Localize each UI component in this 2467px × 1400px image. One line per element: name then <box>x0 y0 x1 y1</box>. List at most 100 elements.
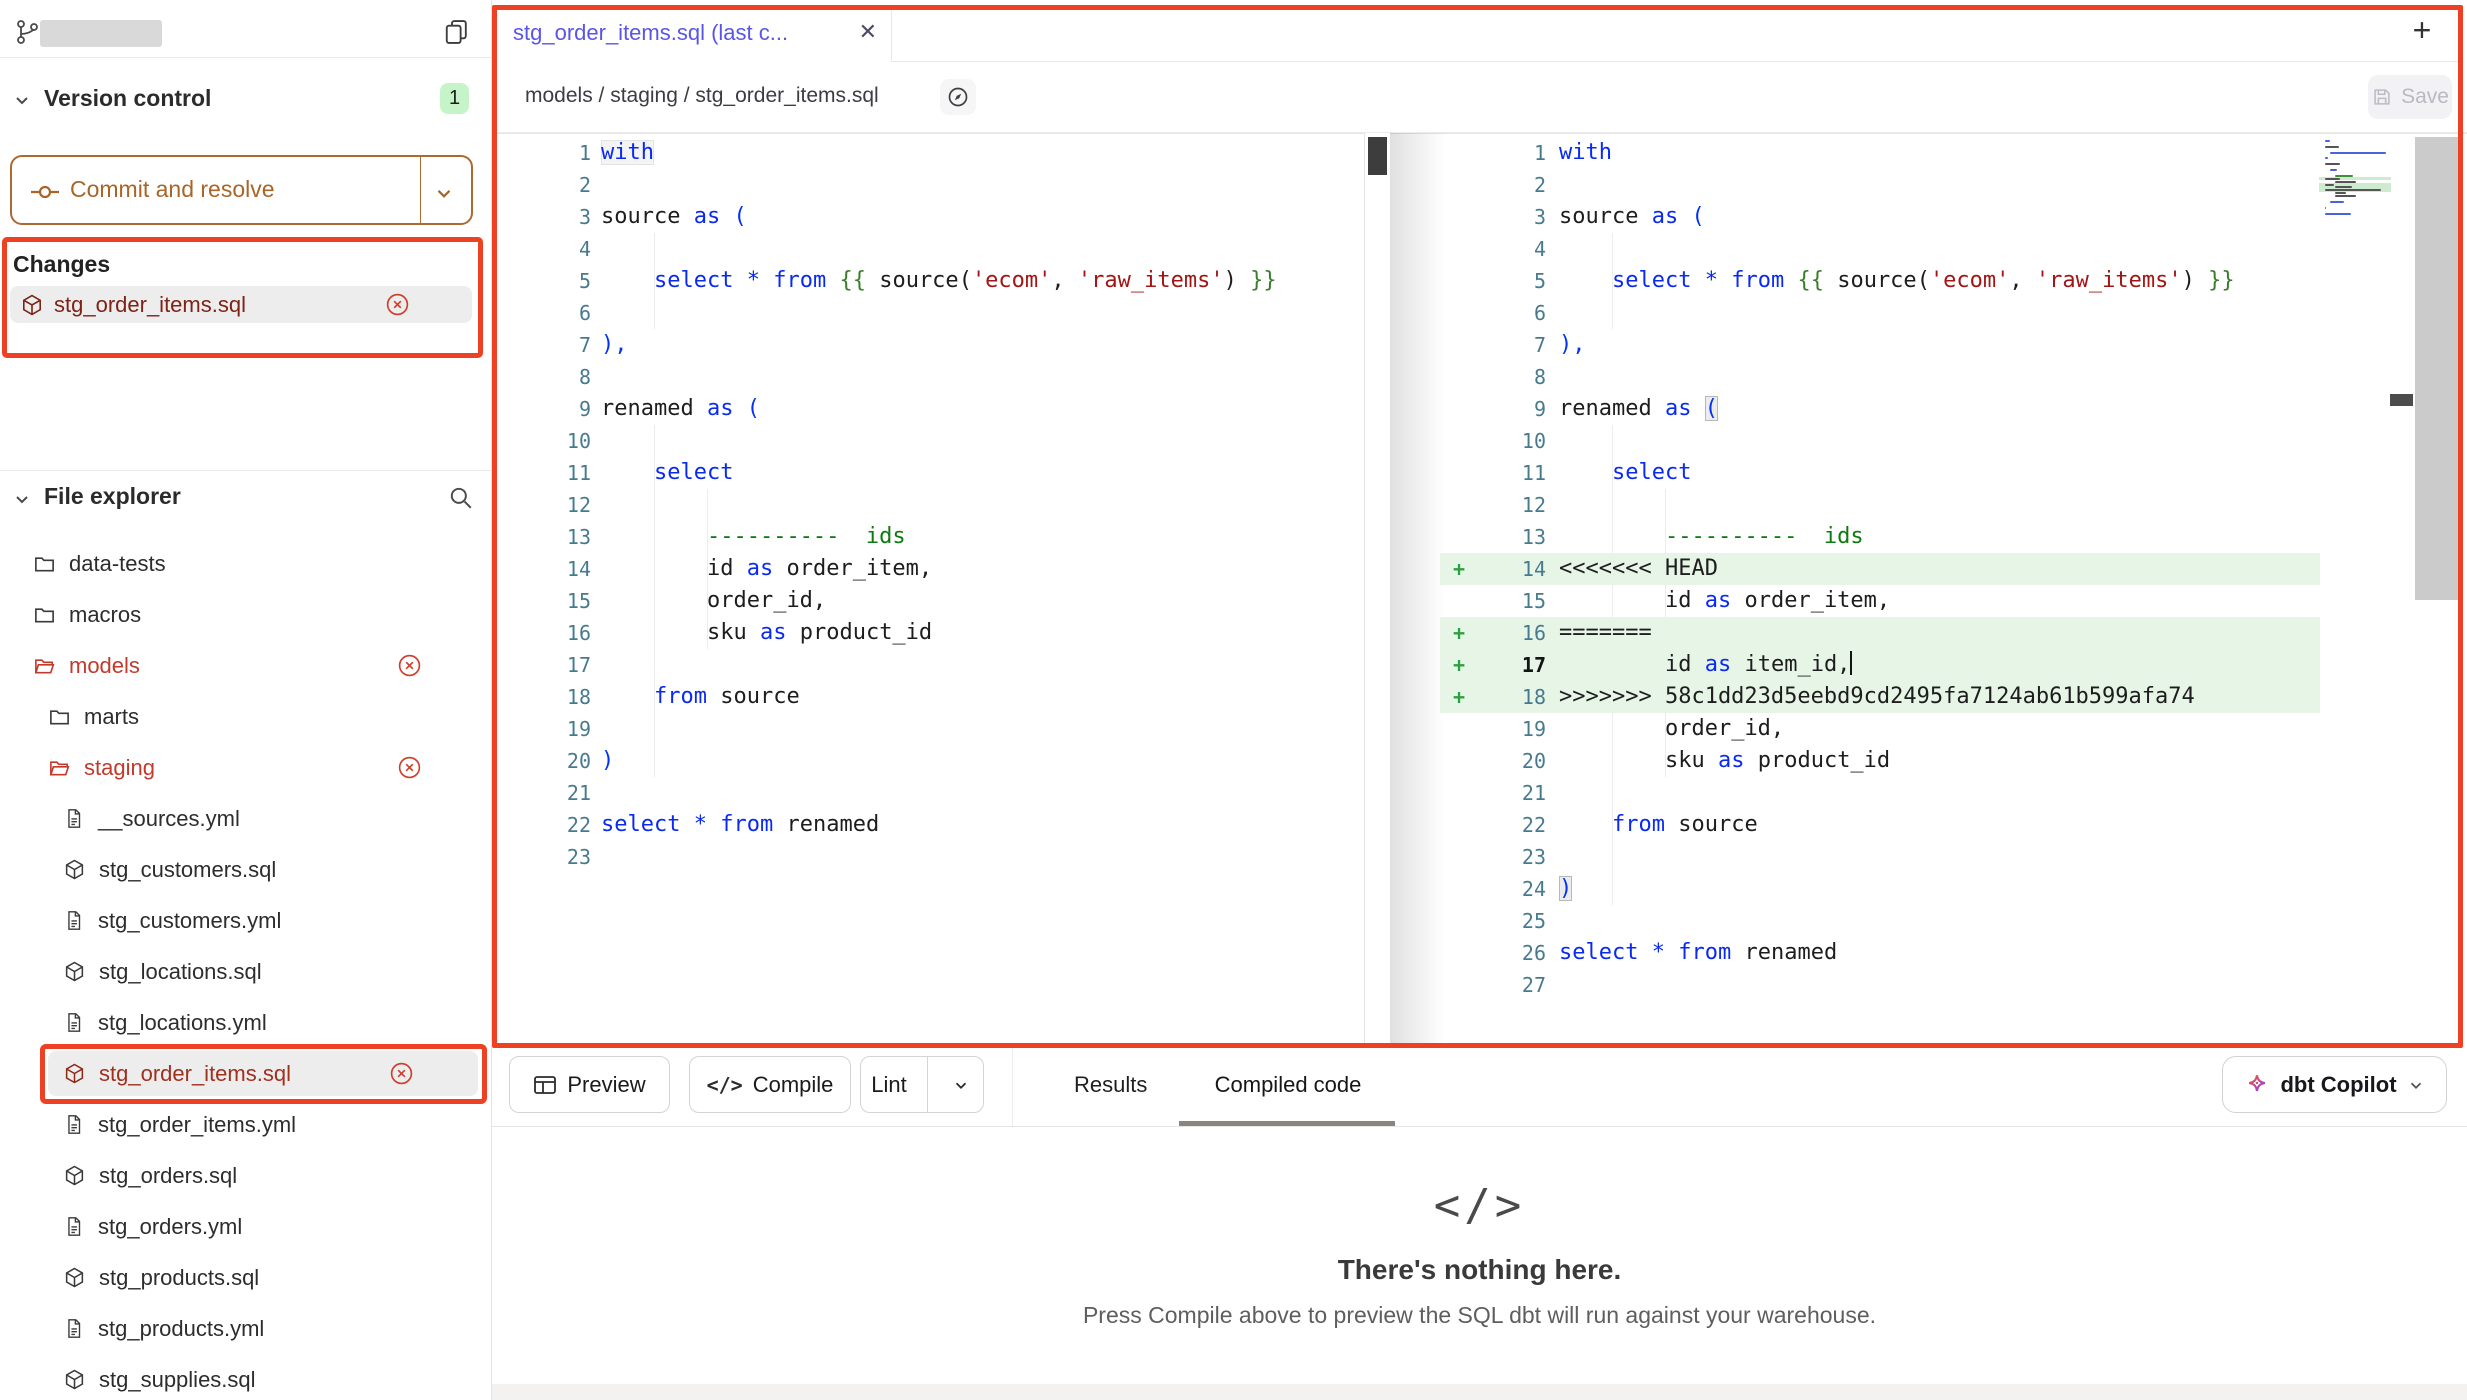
line-number[interactable]: 26 <box>1440 937 1546 969</box>
tab-results[interactable]: Results <box>1074 1048 1146 1122</box>
code-line[interactable]: +17 id as item_id, <box>1440 649 2320 681</box>
file-tree-item-stg_locations.sql[interactable]: stg_locations.sql <box>0 946 492 997</box>
code-line[interactable]: 1with <box>497 137 1364 169</box>
file-tree-item-stg_supplies.sql[interactable]: stg_supplies.sql <box>0 1354 492 1400</box>
chevron-down-icon[interactable] <box>938 1076 983 1094</box>
chevron-down-icon[interactable] <box>12 90 32 110</box>
code-line[interactable]: 10 <box>1440 425 2320 457</box>
code-line[interactable]: 20) <box>497 745 1364 777</box>
code-line[interactable]: 7), <box>1440 329 2320 361</box>
new-tab-button[interactable]: + <box>2400 8 2444 52</box>
commit-and-resolve-button[interactable]: Commit and resolve <box>10 155 473 225</box>
code-line[interactable]: 21 <box>497 777 1364 809</box>
line-number[interactable]: 3 <box>497 201 591 233</box>
line-number[interactable]: 25 <box>1440 905 1546 937</box>
code-line[interactable]: 8 <box>1440 361 2320 393</box>
line-number[interactable]: 3 <box>1440 201 1546 233</box>
code-line[interactable]: 9renamed as ( <box>497 393 1364 425</box>
file-tree-item-marts[interactable]: marts <box>0 691 492 742</box>
line-number[interactable]: 23 <box>497 841 591 873</box>
line-number[interactable]: 17 <box>1440 649 1546 681</box>
line-number[interactable]: 14 <box>1440 553 1546 585</box>
lint-button[interactable]: Lint <box>860 1056 984 1113</box>
code-line[interactable]: 6 <box>1440 297 2320 329</box>
dbt-copilot-button[interactable]: dbt Copilot <box>2222 1056 2447 1113</box>
copy-icon[interactable] <box>442 17 470 47</box>
code-line[interactable]: 18 from source <box>497 681 1364 713</box>
code-line[interactable]: 9renamed as ( <box>1440 393 2320 425</box>
code-line[interactable]: 25 <box>1440 905 2320 937</box>
line-number[interactable]: 18 <box>1440 681 1546 713</box>
code-line[interactable]: 15 order_id, <box>497 585 1364 617</box>
chevron-down-icon[interactable] <box>433 182 455 204</box>
line-number[interactable]: 4 <box>497 233 591 265</box>
save-button[interactable]: Save <box>2368 75 2452 119</box>
code-line[interactable]: +16======= <box>1440 617 2320 649</box>
file-tree-item-models[interactable]: models <box>0 640 492 691</box>
line-number[interactable]: 27 <box>1440 969 1546 1001</box>
branch-name-redacted[interactable] <box>40 20 162 47</box>
diff-pane-modified[interactable]: 1with23source as (45 select * from {{ so… <box>1440 137 2320 1043</box>
line-number[interactable]: 15 <box>1440 585 1546 617</box>
code-line[interactable]: 2 <box>1440 169 2320 201</box>
code-line[interactable]: 4 <box>497 233 1364 265</box>
chevron-down-icon[interactable] <box>12 489 32 509</box>
code-line[interactable]: 7), <box>497 329 1364 361</box>
line-number[interactable]: 22 <box>1440 809 1546 841</box>
line-number[interactable]: 12 <box>497 489 591 521</box>
line-number[interactable]: 2 <box>497 169 591 201</box>
code-line[interactable]: 19 <box>497 713 1364 745</box>
line-number[interactable]: 5 <box>1440 265 1546 297</box>
line-number[interactable]: 11 <box>1440 457 1546 489</box>
code-line[interactable]: 5 select * from {{ source('ecom', 'raw_i… <box>1440 265 2320 297</box>
version-control-header[interactable]: Version control <box>44 85 211 112</box>
line-number[interactable]: 7 <box>497 329 591 361</box>
line-number[interactable]: 7 <box>1440 329 1546 361</box>
line-number[interactable]: 6 <box>1440 297 1546 329</box>
code-line[interactable]: 8 <box>497 361 1364 393</box>
line-number[interactable]: 8 <box>1440 361 1546 393</box>
code-line[interactable]: 10 <box>497 425 1364 457</box>
code-line[interactable]: +14<<<<<<< HEAD <box>1440 553 2320 585</box>
line-number[interactable]: 9 <box>1440 393 1546 425</box>
code-line[interactable]: 17 <box>497 649 1364 681</box>
line-number[interactable]: 9 <box>497 393 591 425</box>
line-number[interactable]: 4 <box>1440 233 1546 265</box>
preview-button[interactable]: Preview <box>509 1056 670 1113</box>
code-line[interactable]: 3source as ( <box>1440 201 2320 233</box>
line-number[interactable]: 16 <box>497 617 591 649</box>
line-number[interactable]: 16 <box>1440 617 1546 649</box>
line-number[interactable]: 8 <box>497 361 591 393</box>
line-number[interactable]: 19 <box>1440 713 1546 745</box>
line-number[interactable]: 23 <box>1440 841 1546 873</box>
minimap[interactable] <box>2325 140 2387 224</box>
file-tree-item-stg_order_items.yml[interactable]: stg_order_items.yml <box>0 1099 492 1150</box>
code-line[interactable]: 2 <box>497 169 1364 201</box>
left-pane-scrollbar[interactable] <box>1364 133 1390 1043</box>
file-tree-item-staging[interactable]: staging <box>0 742 492 793</box>
changed-file-row[interactable]: stg_order_items.sql <box>10 286 472 323</box>
line-number[interactable]: 20 <box>1440 745 1546 777</box>
code-line[interactable]: 22select * from renamed <box>497 809 1364 841</box>
file-tree-item-stg_order_items.sql[interactable]: stg_order_items.sql <box>0 1048 492 1099</box>
line-number[interactable]: 13 <box>497 521 591 553</box>
line-number[interactable]: 1 <box>1440 137 1546 169</box>
line-number[interactable]: 6 <box>497 297 591 329</box>
line-number[interactable]: 17 <box>497 649 591 681</box>
line-number[interactable]: 21 <box>1440 777 1546 809</box>
code-line[interactable]: 26select * from renamed <box>1440 937 2320 969</box>
file-tree-item-stg_customers.yml[interactable]: stg_customers.yml <box>0 895 492 946</box>
code-line[interactable]: 14 id as order_item, <box>497 553 1364 585</box>
line-number[interactable]: 24 <box>1440 873 1546 905</box>
right-scrollbar-thumb[interactable] <box>2390 394 2413 406</box>
code-line[interactable]: 4 <box>1440 233 2320 265</box>
code-line[interactable]: 5 select * from {{ source('ecom', 'raw_i… <box>497 265 1364 297</box>
code-line[interactable]: 27 <box>1440 969 2320 1001</box>
discard-change-icon[interactable] <box>385 292 410 317</box>
code-line[interactable]: 20 sku as product_id <box>1440 745 2320 777</box>
file-tree-item-stg_products.sql[interactable]: stg_products.sql <box>0 1252 492 1303</box>
compile-button[interactable]: </> Compile <box>689 1056 851 1113</box>
code-line[interactable]: 11 select <box>1440 457 2320 489</box>
tab-compiled-code[interactable]: Compiled code <box>1202 1048 1374 1122</box>
code-line[interactable]: 16 sku as product_id <box>497 617 1364 649</box>
